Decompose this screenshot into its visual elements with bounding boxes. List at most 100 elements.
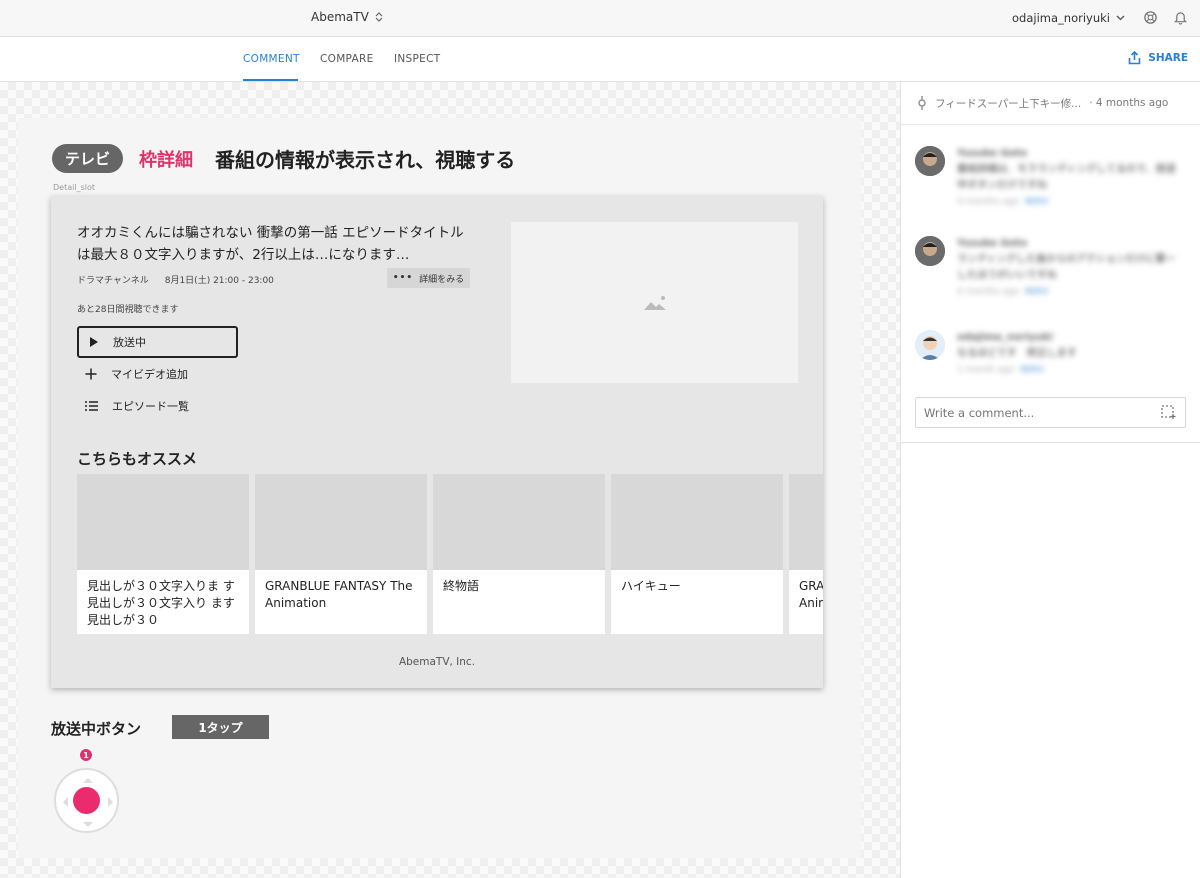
comment-body: Yusuke Goto 番組詳細は、モラランディングしてるので、放送中ボタンだけ… xyxy=(957,146,1177,210)
tab-inspect[interactable]: INSPECT xyxy=(394,53,440,65)
recommend-thumbnail xyxy=(789,474,823,570)
comment-item[interactable]: Yusuke Goto ランディングした後からのアクションだけに繋ーしたほうがい… xyxy=(915,236,1177,300)
comment-panel: フィードスーパー上下キー修... · 4 months ago Yusuke G… xyxy=(901,82,1200,878)
comment-body: Yusuke Goto ランディングした後からのアクションだけに繋ーしたほうがい… xyxy=(957,236,1177,300)
tab-compare[interactable]: COMPARE xyxy=(320,53,374,65)
more-dots-icon: ••• xyxy=(392,273,414,283)
updown-icon xyxy=(375,11,383,23)
play-icon xyxy=(90,337,98,347)
comment-item[interactable]: odajima_noriyuki なるほどです 修正します 1 month ag… xyxy=(915,330,1177,378)
share-label: SHARE xyxy=(1148,52,1188,64)
comment-text: なるほどです 修正します xyxy=(957,348,1077,359)
version-time: · 4 months ago xyxy=(1089,97,1169,109)
air-time: 8月1日(土) 21:00 - 23:00 xyxy=(164,276,274,286)
tab-comment[interactable]: COMMENT xyxy=(243,53,300,65)
artboard-heading: テレビ 枠詳細 番組の情報が表示され、視聴する xyxy=(52,144,515,173)
recommend-title: GRANBLUE FANTASY The Animation xyxy=(799,579,823,610)
comment-input[interactable] xyxy=(915,397,1186,428)
episode-title: オオカミくんには騙されない 衝撃の第一話 エピソードタイトルは最大８０文字入りま… xyxy=(77,225,464,263)
version-header[interactable]: フィードスーパー上下キー修... · 4 months ago xyxy=(901,82,1200,125)
version-name: フィードスーパー上下キー修... xyxy=(935,97,1082,110)
recommend-thumbnail xyxy=(433,474,605,570)
divider xyxy=(901,442,1200,443)
recommend-card[interactable]: 見出しが３０文字入りま す見出しが３０文字入り ます見出しが３０ xyxy=(77,474,249,634)
annotation-label: 放送中ボタン xyxy=(51,720,142,738)
comment-author: odajima_noriyuki xyxy=(957,332,1053,343)
comment-time: 4 months ago xyxy=(957,197,1020,207)
remaining-days: あと28日間視聴できます xyxy=(77,305,179,315)
recommend-heading: こちらもオススメ xyxy=(77,450,198,468)
on-air-play-button[interactable]: 放送中 xyxy=(77,326,238,358)
recommend-title: 終物語 xyxy=(443,579,480,593)
recommend-card[interactable]: GRANBLUE FANTASY The Animation xyxy=(255,474,427,634)
help-icon[interactable] xyxy=(1143,10,1159,26)
hotspot-number: 1 xyxy=(79,748,93,762)
comment-time: 4 months ago xyxy=(957,287,1020,297)
avatar xyxy=(915,146,945,176)
avatar xyxy=(915,330,945,360)
tab-bar: COMMENT COMPARE INSPECT SHARE xyxy=(0,37,1200,82)
bell-icon[interactable] xyxy=(1173,10,1190,26)
recommend-card[interactable]: GRANBLUE FANTASY The Animation xyxy=(789,474,823,634)
detail-screen-mock: オオカミくんには騙されない 衝撃の第一話 エピソードタイトルは最大８０文字入りま… xyxy=(51,196,823,688)
recommend-title: GRANBLUE FANTASY The Animation xyxy=(265,579,413,610)
design-canvas[interactable]: テレビ 枠詳細 番組の情報が表示され、視聴する Detail_slot オオカミ… xyxy=(0,82,901,878)
arrow-up-icon xyxy=(83,773,93,783)
active-tab-indicator xyxy=(243,79,298,81)
comment-body: odajima_noriyuki なるほどです 修正します 1 month ag… xyxy=(957,330,1177,378)
user-menu[interactable]: odajima_noriyuki xyxy=(1012,11,1125,25)
project-name: AbemaTV xyxy=(311,10,369,24)
image-placeholder-icon xyxy=(643,295,666,310)
hotspot-button[interactable] xyxy=(54,768,119,833)
project-switcher[interactable]: AbemaTV xyxy=(311,10,383,24)
episode-list-label: エピソード一覧 xyxy=(112,400,189,413)
arrow-left-icon xyxy=(58,797,68,807)
recommend-card[interactable]: 終物語 xyxy=(433,474,605,634)
add-mylist-button[interactable]: マイビデオ追加 xyxy=(85,366,188,382)
comment-text: ランディングした後からのアクションだけに繋ーしたほうがいいですね xyxy=(957,254,1176,281)
arrow-down-icon xyxy=(83,822,93,832)
add-mylist-label: マイビデオ追加 xyxy=(111,368,188,381)
card-footer: AbemaTV, Inc. xyxy=(398,656,476,668)
episode-list-button[interactable]: エピソード一覧 xyxy=(85,398,189,414)
arrow-right-icon xyxy=(108,797,118,807)
list-icon xyxy=(85,401,98,411)
hotspot-dot xyxy=(73,787,100,814)
comment-time: 1 month ago xyxy=(957,365,1015,375)
episode-thumbnail xyxy=(511,222,798,383)
section-label: 枠詳細 xyxy=(139,149,194,171)
plus-icon xyxy=(85,368,97,380)
select-area-icon[interactable] xyxy=(1161,405,1176,420)
artboard: テレビ 枠詳細 番組の情報が表示され、視聴する Detail_slot オオカミ… xyxy=(18,118,861,858)
recommend-list: 見出しが３０文字入りま す見出しが３０文字入り ます見出しが３０ GRANBLU… xyxy=(77,474,823,634)
recommend-card[interactable]: ハイキュー xyxy=(611,474,783,634)
reply-link[interactable]: REPLY xyxy=(1020,365,1044,374)
share-button[interactable]: SHARE xyxy=(1128,51,1188,65)
comment-author: Yusuke Goto xyxy=(957,148,1028,159)
comment-author: Yusuke Goto xyxy=(957,238,1028,249)
recommend-title: 見出しが３０文字入りま す見出しが３０文字入り ます見出しが３０ xyxy=(87,579,235,627)
user-name: odajima_noriyuki xyxy=(1012,11,1110,25)
share-icon xyxy=(1128,51,1141,65)
page-title: 番組の情報が表示され、視聴する xyxy=(215,148,516,172)
details-button-label: 詳細をみる xyxy=(419,274,465,285)
tap-badge: 1タップ xyxy=(172,715,269,739)
commit-icon xyxy=(918,96,926,110)
category-pill: テレビ xyxy=(52,144,124,173)
play-button-label: 放送中 xyxy=(113,336,146,349)
slot-label: Detail_slot xyxy=(53,183,95,192)
comment-item[interactable]: Yusuke Goto 番組詳細は、モラランディングしてるので、放送中ボタンだけ… xyxy=(915,146,1177,210)
episode-meta: ドラマチャンネル 8月1日(土) 21:00 - 23:00 xyxy=(77,273,274,286)
recommend-thumbnail xyxy=(77,474,249,570)
reply-link[interactable]: REPLY xyxy=(1025,287,1049,296)
recommend-thumbnail xyxy=(611,474,783,570)
channel-name: ドラマチャンネル xyxy=(77,276,149,286)
avatar xyxy=(915,236,945,266)
top-bar: AbemaTV odajima_noriyuki xyxy=(0,0,1200,37)
comment-text: 番組詳細は、モラランディングしてるので、放送中ボタンだけですね xyxy=(957,164,1176,191)
chevron-down-icon xyxy=(1116,15,1125,21)
details-button[interactable]: ••• 詳細をみる xyxy=(387,268,470,288)
reply-link[interactable]: REPLY xyxy=(1025,197,1049,206)
recommend-title: ハイキュー xyxy=(621,579,681,593)
recommend-thumbnail xyxy=(255,474,427,570)
